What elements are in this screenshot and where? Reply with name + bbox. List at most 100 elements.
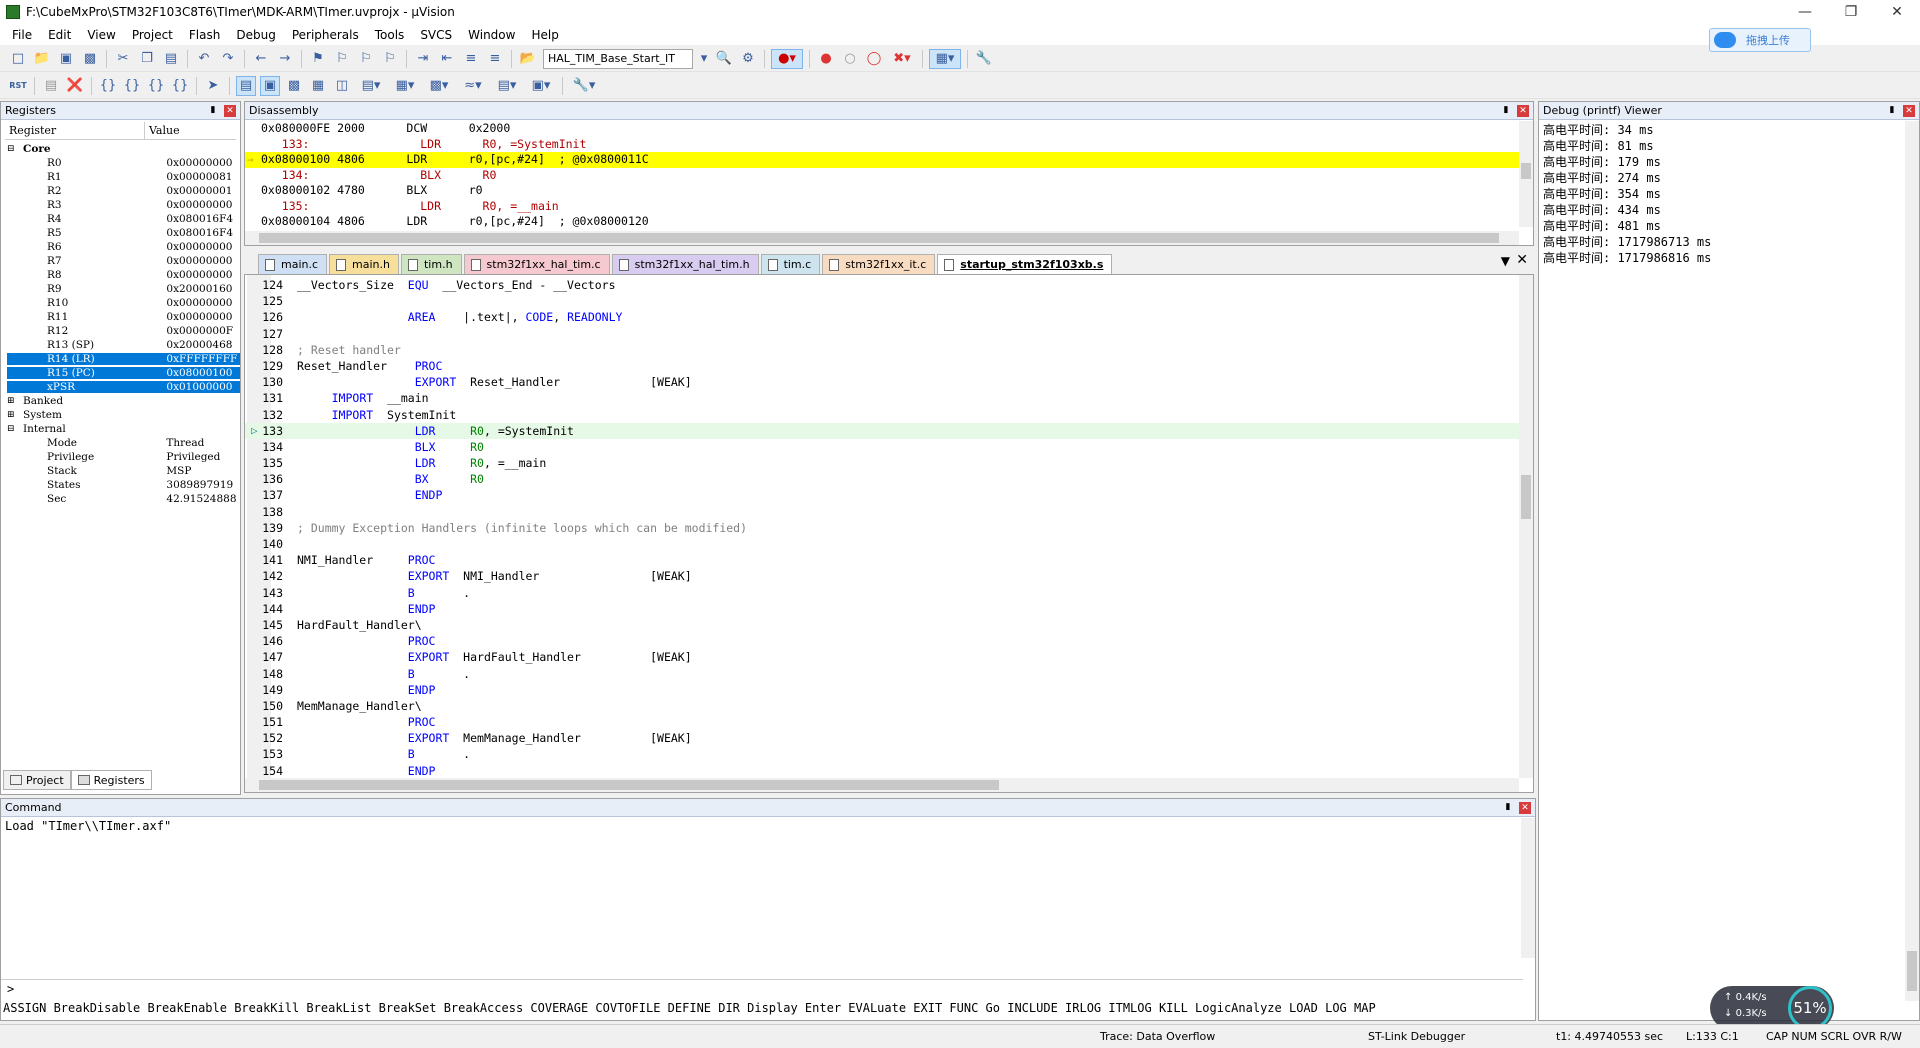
- code-line[interactable]: 153 B .: [245, 746, 1519, 762]
- register-value[interactable]: 0x08000100: [160, 367, 240, 379]
- register-row[interactable]: R1 0x00000081: [7, 170, 240, 184]
- code-line[interactable]: 133 ▷ LDR R0, =SystemInit: [245, 422, 1519, 439]
- register-row[interactable]: R5 0x080016F4: [7, 226, 240, 240]
- breakpoint-insert-icon[interactable]: ●: [816, 49, 836, 69]
- code-line[interactable]: 134 BLX R0: [245, 439, 1519, 455]
- memory-window-icon[interactable]: ▦▾: [390, 76, 420, 96]
- code-line[interactable]: 138: [245, 504, 1519, 520]
- code-line[interactable]: 131 IMPORT __main: [245, 390, 1519, 406]
- register-row[interactable]: Mode Thread: [7, 436, 240, 450]
- register-row[interactable]: R15 (PC) 0x08000100: [7, 366, 240, 380]
- serial-window-icon[interactable]: ▩▾: [424, 76, 454, 96]
- register-value[interactable]: 0x0000000F: [160, 325, 240, 337]
- minimize-button[interactable]: —: [1782, 0, 1828, 24]
- register-row[interactable]: States 3089897919: [7, 478, 240, 492]
- disassembly-window-icon[interactable]: ▣: [260, 75, 280, 96]
- register-row[interactable]: R13 (SP) 0x20000468: [7, 338, 240, 352]
- register-row[interactable]: xPSR 0x01000000: [7, 380, 240, 394]
- uncomment-icon[interactable]: ≡: [485, 49, 505, 69]
- bookmark-clear-icon[interactable]: ⚐: [380, 49, 400, 69]
- run-to-cursor-icon[interactable]: {}: [170, 76, 190, 96]
- nav-back-icon[interactable]: ←: [251, 49, 271, 69]
- upload-button[interactable]: 拖拽上传: [1709, 28, 1811, 52]
- menu-file[interactable]: File: [4, 28, 40, 42]
- register-value[interactable]: 0xFFFFFFFF: [160, 353, 240, 365]
- editor-tab[interactable]: stm32f1xx_hal_tim.h: [611, 254, 759, 274]
- register-value[interactable]: 0x00000000: [160, 297, 240, 309]
- disassembly-line[interactable]: 0x08000102 4780 BLX r0: [245, 183, 1519, 199]
- redo-icon[interactable]: ↷: [218, 49, 238, 69]
- editor-tab[interactable]: main.h: [329, 254, 399, 274]
- register-row[interactable]: R3 0x00000000: [7, 198, 240, 212]
- code-line[interactable]: 137 ENDP: [245, 487, 1519, 503]
- register-value[interactable]: 0x00000001: [160, 185, 240, 197]
- registers-window-icon[interactable]: ▦: [308, 76, 328, 96]
- bookmark-icon[interactable]: ⚑: [308, 49, 328, 69]
- register-value[interactable]: 0x00000000: [160, 269, 240, 281]
- register-value[interactable]: 0x00000081: [160, 171, 240, 183]
- register-row[interactable]: R8 0x00000000: [7, 268, 240, 282]
- unindent-icon[interactable]: ⇤: [437, 49, 457, 69]
- code-line[interactable]: 127: [245, 326, 1519, 342]
- find-icon[interactable]: 🔍: [714, 49, 734, 69]
- register-row[interactable]: R10 0x00000000: [7, 296, 240, 310]
- bookmark-prev-icon[interactable]: ⚐: [332, 49, 352, 69]
- step-out-icon[interactable]: {}: [146, 76, 166, 96]
- command-input[interactable]: >: [1, 979, 1523, 997]
- editor-tab[interactable]: tim.c: [760, 254, 821, 274]
- watch-window-icon[interactable]: ▤▾: [356, 76, 386, 96]
- code-line[interactable]: 149 ENDP: [245, 682, 1519, 698]
- disassembly-listing[interactable]: 0x080000FE 2000 DCW 0x2000 133: LDR R0, …: [245, 121, 1519, 227]
- chevron-down-icon[interactable]: ▾: [698, 49, 710, 69]
- menu-debug[interactable]: Debug: [228, 28, 283, 42]
- debug-session-icon[interactable]: ●▾: [771, 48, 803, 69]
- code-line[interactable]: 126 AREA |.text|, CODE, READONLY: [245, 309, 1519, 325]
- paste-icon[interactable]: ▤: [161, 49, 181, 69]
- code-line[interactable]: 129 Reset_Handler PROC: [245, 358, 1519, 374]
- comment-icon[interactable]: ≡: [461, 49, 481, 69]
- editor-tab[interactable]: tim.h: [400, 254, 462, 274]
- close-window-button[interactable]: ✕: [1874, 0, 1920, 24]
- save-icon[interactable]: ▣: [56, 49, 76, 69]
- register-row[interactable]: R12 0x0000000F: [7, 324, 240, 338]
- code-line[interactable]: 154 ENDP: [245, 763, 1519, 779]
- breakpoint-disable-all-icon[interactable]: ◯: [864, 49, 884, 69]
- register-value[interactable]: 0x00000000: [160, 311, 240, 323]
- disassembly-line[interactable]: 133: LDR R0, =SystemInit: [245, 137, 1519, 153]
- code-line[interactable]: 135 LDR R0, =__main: [245, 455, 1519, 471]
- close-icon[interactable]: ✕: [1519, 802, 1531, 814]
- disassembly-line[interactable]: ⇒ 0x08000100 4806 LDR r0,[pc,#24] ; @0x08…: [245, 152, 1519, 168]
- code-line[interactable]: 144 ENDP: [245, 601, 1519, 617]
- close-icon[interactable]: ✕: [1517, 105, 1529, 117]
- close-icon[interactable]: ✕: [1903, 105, 1915, 117]
- tab-project[interactable]: Project: [3, 770, 71, 790]
- menu-flash[interactable]: Flash: [181, 28, 228, 42]
- editor-vscroll[interactable]: [1519, 275, 1533, 778]
- command-window-icon[interactable]: ▤: [236, 75, 256, 96]
- code-line[interactable]: 140: [245, 536, 1519, 552]
- register-row[interactable]: R7 0x00000000: [7, 254, 240, 268]
- close-tab-icon[interactable]: ✕: [1516, 252, 1528, 268]
- disassembly-line[interactable]: 0x080000FE 2000 DCW 0x2000: [245, 121, 1519, 137]
- register-row[interactable]: R6 0x00000000: [7, 240, 240, 254]
- save-all-icon[interactable]: ▩: [80, 49, 100, 69]
- register-row[interactable]: Sec 42.91524888: [7, 492, 240, 506]
- register-value[interactable]: 0x00000000: [160, 199, 240, 211]
- find-in-files-icon[interactable]: 📂: [518, 49, 538, 69]
- register-value[interactable]: 42.91524888: [160, 493, 240, 505]
- analysis-window-icon[interactable]: ≈▾: [458, 76, 488, 96]
- menu-edit[interactable]: Edit: [40, 28, 79, 42]
- code-line[interactable]: 148 B .: [245, 666, 1519, 682]
- run-icon[interactable]: ▤: [41, 76, 61, 96]
- register-row[interactable]: R0 0x00000000: [7, 156, 240, 170]
- tab-registers[interactable]: Registers: [70, 770, 152, 790]
- reset-icon[interactable]: RST: [8, 76, 28, 96]
- step-over-icon[interactable]: {}: [122, 76, 142, 96]
- code-line[interactable]: 150 MemManage_Handler\: [245, 698, 1519, 714]
- register-value[interactable]: 0x20000160: [160, 283, 240, 295]
- group-banked[interactable]: ⊞ Banked: [7, 394, 240, 408]
- register-row[interactable]: R4 0x080016F4: [7, 212, 240, 226]
- editor-tab[interactable]: stm32f1xx_hal_tim.c: [463, 254, 610, 274]
- menu-tools[interactable]: Tools: [367, 28, 413, 42]
- editor-tab[interactable]: startup_stm32f103xb.s: [937, 254, 1113, 274]
